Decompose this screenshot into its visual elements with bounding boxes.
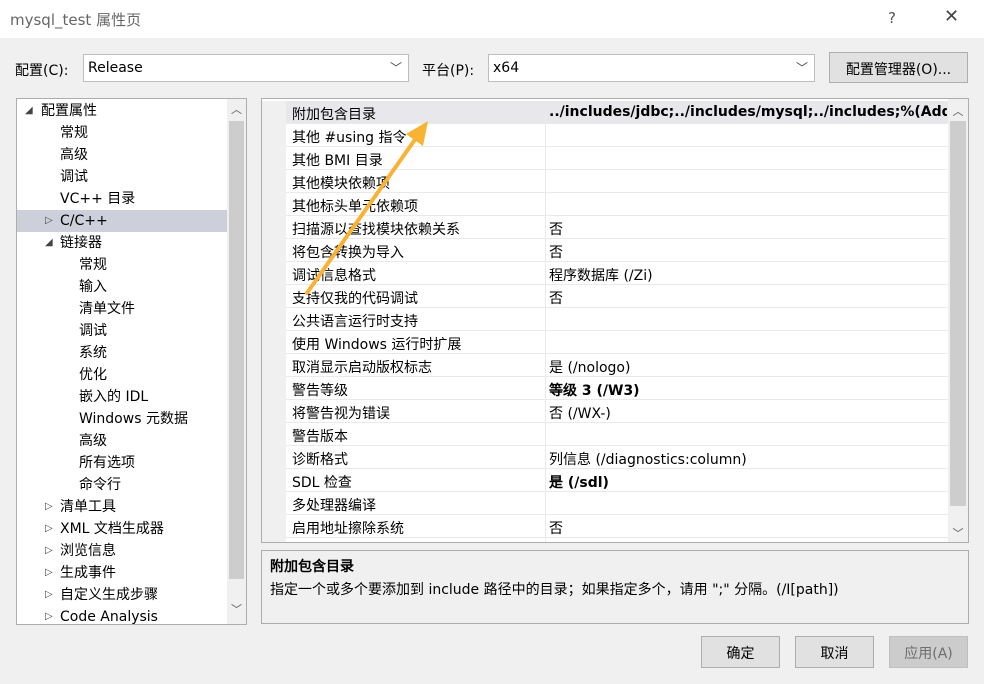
description-panel: 附加包含目录 指定一个或多个要添加到 include 路径中的目录；如果指定多个… [261,550,969,624]
description-title: 附加包含目录 [270,559,354,575]
apply-label: 应用(A) [904,646,953,662]
ok-button[interactable]: 确定 [701,636,780,668]
ok-label: 确定 [726,646,755,662]
cancel-button[interactable]: 取消 [795,636,874,668]
arrow-shaft [305,129,423,295]
cancel-label: 取消 [820,646,849,662]
arrow-head [406,121,428,146]
description-text: 指定一个或多个要添加到 include 路径中的目录；如果指定多个，请用 ";"… [270,582,839,598]
apply-button[interactable]: 应用(A) [889,636,968,668]
